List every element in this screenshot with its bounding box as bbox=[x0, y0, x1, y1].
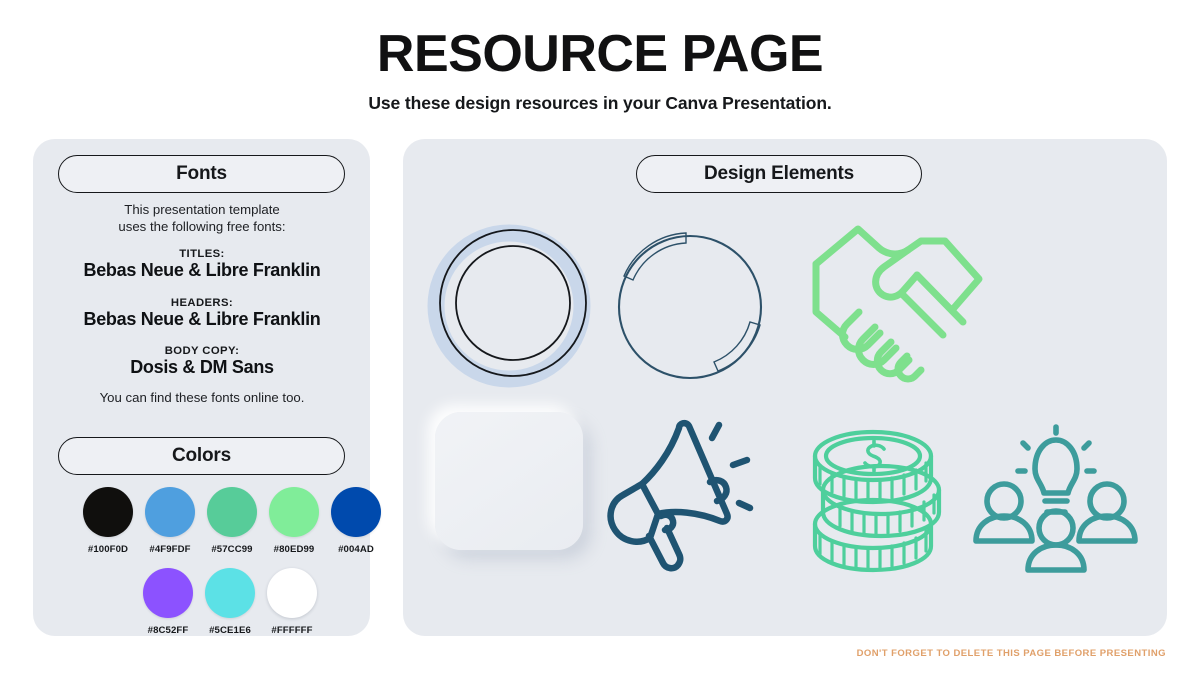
color-hex-label: #80ED99 bbox=[273, 544, 315, 555]
color-swatch[interactable]: #8C52FF bbox=[143, 568, 193, 636]
team-idea-icon[interactable] bbox=[973, 424, 1138, 579]
soft-square-graphic[interactable] bbox=[423, 404, 598, 569]
color-dot bbox=[207, 487, 257, 537]
color-dot bbox=[269, 487, 319, 537]
color-swatch[interactable]: #100F0D bbox=[83, 487, 133, 555]
color-swatch-row-primary: #100F0D #4F9FDF #57CC99 #80ED99 #004AD bbox=[83, 487, 381, 555]
font-group-label-body: BODY COPY: bbox=[164, 345, 240, 358]
color-hex-label: #57CC99 bbox=[211, 544, 253, 555]
color-swatch-row-secondary: #8C52FF #5CE1E6 #FFFFFF bbox=[143, 568, 317, 636]
page-title: RESOURCE PAGE bbox=[376, 25, 824, 83]
fonts-intro-line-2: uses the following free fonts: bbox=[118, 219, 286, 235]
color-hex-label: #5CE1E6 bbox=[209, 625, 251, 636]
color-dot bbox=[145, 487, 195, 537]
colors-pill-label: Colors bbox=[172, 445, 231, 466]
font-group-value-headers: Bebas Neue & Libre Franklin bbox=[83, 309, 321, 329]
font-group-value-titles: Bebas Neue & Libre Franklin bbox=[83, 259, 321, 280]
color-hex-label: #8C52FF bbox=[147, 625, 189, 636]
design-elements-section-header[interactable]: Design Elements bbox=[636, 155, 922, 193]
fonts-intro-line-1: This presentation template bbox=[124, 202, 280, 217]
handshake-icon[interactable] bbox=[803, 217, 993, 383]
fonts-pill-label: Fonts bbox=[176, 163, 227, 184]
arc-circle-graphic[interactable] bbox=[608, 221, 778, 391]
megaphone-icon[interactable] bbox=[600, 411, 780, 572]
color-hex-label: #004AD bbox=[338, 544, 374, 555]
slide-canvas: RESOURCE PAGE Use these design resources… bbox=[0, 0, 1200, 675]
font-group-label-titles: TITLES: bbox=[179, 247, 225, 260]
color-hex-label: #FFFFFF bbox=[271, 625, 313, 636]
color-dot bbox=[83, 487, 133, 537]
colors-section-header[interactable]: Colors bbox=[58, 437, 345, 475]
color-dot bbox=[205, 568, 255, 618]
color-dot bbox=[331, 487, 381, 537]
color-dot bbox=[267, 568, 317, 618]
design-elements-panel: Design Elements bbox=[403, 139, 1167, 636]
color-swatch[interactable]: #FFFFFF bbox=[267, 568, 317, 636]
color-swatch[interactable]: #4F9FDF bbox=[145, 487, 195, 555]
fonts-and-colors-panel: Fonts This presentation template uses th… bbox=[33, 139, 381, 636]
color-swatch[interactable]: #80ED99 bbox=[269, 487, 319, 555]
font-group-value-body: Dosis & DM Sans bbox=[130, 357, 274, 378]
design-pill-label: Design Elements bbox=[703, 163, 855, 184]
color-swatch[interactable]: #57CC99 bbox=[207, 487, 257, 555]
delete-page-reminder: DON'T FORGET TO DELETE THIS PAGE BEFORE … bbox=[856, 648, 1166, 659]
font-group-label-headers: HEADERS: bbox=[170, 297, 234, 309]
ring-graphic[interactable] bbox=[426, 219, 596, 389]
color-hex-label: #100F0D bbox=[87, 544, 129, 555]
fonts-section-header[interactable]: Fonts bbox=[58, 155, 345, 193]
fonts-outro: You can find these fonts online too. bbox=[99, 390, 305, 406]
soft-square-shape bbox=[435, 412, 583, 550]
coins-stack-icon[interactable] bbox=[793, 420, 953, 580]
fonts-description: This presentation template uses the foll… bbox=[47, 201, 357, 405]
color-swatch[interactable]: #5CE1E6 bbox=[205, 568, 255, 636]
color-dot bbox=[143, 568, 193, 618]
color-swatch[interactable]: #004AD bbox=[331, 487, 381, 555]
page-subtitle: Use these design resources in your Canva… bbox=[368, 93, 832, 113]
color-hex-label: #4F9FDF bbox=[149, 544, 191, 555]
